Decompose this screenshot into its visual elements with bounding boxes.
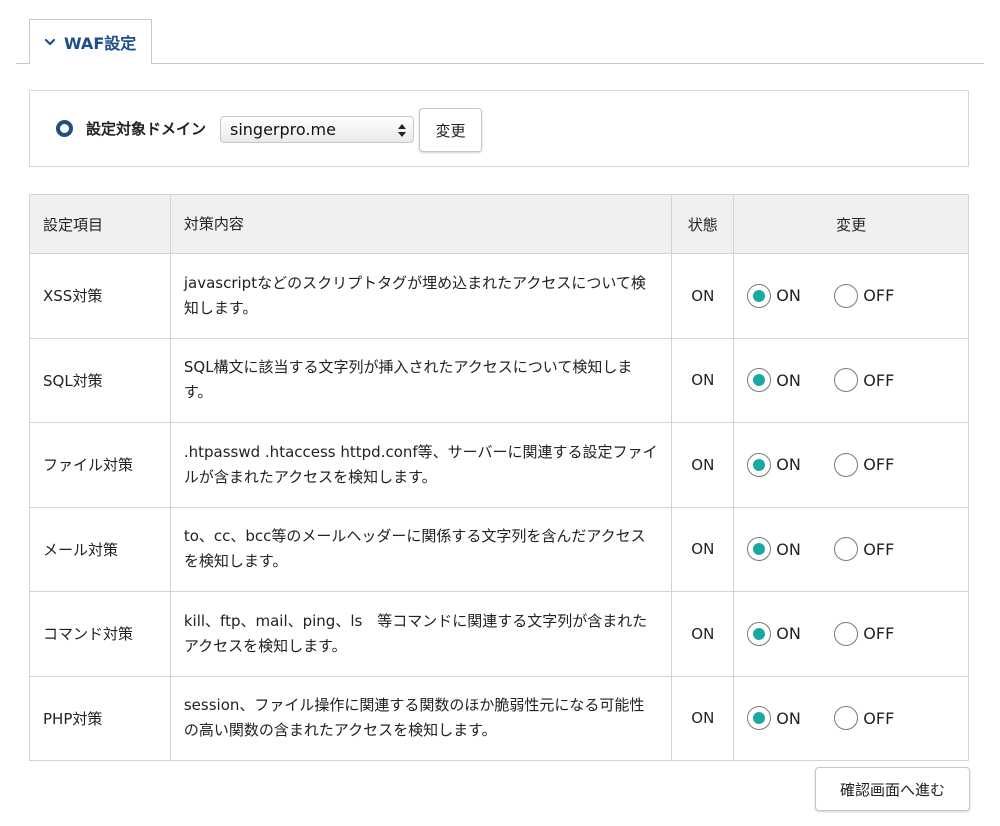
table-row: XSS対策 javascriptなどのスクリプトタグが埋め込まれたアクセスについて…: [29, 253, 969, 339]
on-off-radio-group: ON OFF: [734, 619, 968, 649]
radio-on-label: ON: [776, 539, 801, 559]
table-row: PHP対策 session、ファイル操作に関連する関数のほか脆弱性元になる可能性の…: [29, 675, 969, 761]
radio-off-circle[interactable]: [834, 283, 859, 308]
radio-on-circle[interactable]: [747, 368, 772, 393]
table-row: メール対策 to、cc、bcc等のメールヘッダーに関係する文字列を含んだアクセスを…: [29, 506, 969, 592]
radio-on-label: ON: [776, 624, 801, 644]
cell-status: ON: [671, 506, 735, 592]
cell-change: ON OFF: [733, 675, 969, 761]
tab-label: WAF設定: [64, 34, 137, 53]
tab-bar-divider: [16, 63, 984, 64]
cell-status: ON: [671, 675, 735, 761]
radio-on[interactable]: ON: [747, 283, 801, 308]
table-row: ファイル対策 .htpasswd .htaccess httpd.conf等、サー…: [29, 422, 969, 508]
domain-select-value: singerpro.me: [230, 120, 336, 139]
radio-on[interactable]: ON: [747, 368, 801, 393]
radio-off[interactable]: OFF: [834, 621, 895, 646]
domain-radio[interactable]: [56, 120, 73, 137]
radio-off[interactable]: OFF: [834, 537, 895, 562]
cell-status: ON: [671, 253, 735, 339]
tab-waf-settings[interactable]: WAF設定: [29, 19, 152, 64]
cell-status: ON: [671, 591, 735, 677]
header-item: 設定項目: [29, 194, 171, 254]
confirm-button[interactable]: 確認画面へ進む: [815, 767, 970, 811]
on-off-radio-group: ON OFF: [734, 534, 968, 564]
cell-item: PHP対策: [29, 675, 171, 761]
on-off-radio-group: ON OFF: [734, 365, 968, 395]
cell-change: ON OFF: [733, 506, 969, 592]
cell-item: メール対策: [29, 506, 171, 592]
header-change: 変更: [733, 194, 969, 254]
radio-off-circle[interactable]: [834, 452, 859, 477]
table-row: SQL対策 SQL構文に該当する文字列が挿入されたアクセスについて検知します。 ON…: [29, 337, 969, 423]
radio-off-label: OFF: [863, 286, 895, 306]
domain-label: 設定対象ドメイン: [86, 120, 207, 138]
radio-on-label: ON: [776, 455, 801, 475]
cell-desc: to、cc、bcc等のメールヘッダーに関係する文字列を含んだアクセスを検知します…: [169, 506, 673, 592]
domain-select[interactable]: singerpro.me: [220, 116, 414, 143]
domain-selector-panel: 設定対象ドメイン singerpro.me 変更: [29, 90, 969, 167]
radio-off-label: OFF: [863, 455, 895, 475]
waf-settings-table: 設定項目 対策内容 状態 変更 XSS対策 javascriptなどのスクリプトタ…: [29, 194, 969, 761]
radio-off[interactable]: OFF: [834, 706, 895, 731]
radio-off[interactable]: OFF: [834, 452, 895, 477]
header-status: 状態: [671, 194, 735, 254]
domain-change-button[interactable]: 変更: [419, 108, 482, 152]
cell-item: XSS対策: [29, 253, 171, 339]
cell-desc: SQL構文に該当する文字列が挿入されたアクセスについて検知します。: [169, 337, 673, 423]
cell-desc: kill、ftp、mail、ping、ls 等コマンドに関連する文字列が含まれた…: [169, 591, 673, 677]
header-desc: 対策内容: [169, 194, 673, 254]
radio-off-circle[interactable]: [834, 368, 859, 393]
cell-item: SQL対策: [29, 337, 171, 423]
cell-desc: javascriptなどのスクリプトタグが埋め込まれたアクセスについて検知します…: [169, 253, 673, 339]
radio-on[interactable]: ON: [747, 537, 801, 562]
table-row: コマンド対策 kill、ftp、mail、ping、ls 等コマンドに関連する文字…: [29, 591, 969, 677]
on-off-radio-group: ON OFF: [734, 281, 968, 311]
cell-desc: session、ファイル操作に関連する関数のほか脆弱性元になる可能性の高い関数の…: [169, 675, 673, 761]
waf-settings-page: WAF設定 設定対象ドメイン singerpro.me 変更 設定項目 対策内容…: [0, 0, 1000, 826]
radio-off-circle[interactable]: [834, 537, 859, 562]
radio-off-label: OFF: [863, 624, 895, 644]
cell-item: コマンド対策: [29, 591, 171, 677]
radio-on[interactable]: ON: [747, 706, 801, 731]
radio-on-label: ON: [776, 708, 801, 728]
radio-off-label: OFF: [863, 539, 895, 559]
radio-off[interactable]: OFF: [834, 368, 895, 393]
radio-off-label: OFF: [863, 370, 895, 390]
radio-on-circle[interactable]: [747, 537, 772, 562]
radio-off-label: OFF: [863, 708, 895, 728]
radio-on[interactable]: ON: [747, 452, 801, 477]
cell-status: ON: [671, 337, 735, 423]
radio-on-label: ON: [776, 286, 801, 306]
radio-on-circle[interactable]: [747, 283, 772, 308]
cell-change: ON OFF: [733, 253, 969, 339]
radio-on-label: ON: [776, 370, 801, 390]
on-off-radio-group: ON OFF: [734, 703, 968, 733]
radio-on-circle[interactable]: [747, 621, 772, 646]
cell-change: ON OFF: [733, 337, 969, 423]
table-header-row: 設定項目 対策内容 状態 変更: [29, 194, 969, 254]
radio-on-circle[interactable]: [747, 452, 772, 477]
cell-change: ON OFF: [733, 422, 969, 508]
cell-change: ON OFF: [733, 591, 969, 677]
radio-off-circle[interactable]: [834, 621, 859, 646]
cell-desc: .htpasswd .htaccess httpd.conf等、サーバーに関連す…: [169, 422, 673, 508]
on-off-radio-group: ON OFF: [734, 450, 968, 480]
select-arrows-icon: [397, 121, 407, 138]
chevron-down-icon: [43, 35, 57, 49]
radio-off[interactable]: OFF: [834, 283, 895, 308]
cell-item: ファイル対策: [29, 422, 171, 508]
cell-status: ON: [671, 422, 735, 508]
radio-on-circle[interactable]: [747, 706, 772, 731]
radio-on[interactable]: ON: [747, 621, 801, 646]
radio-off-circle[interactable]: [834, 706, 859, 731]
